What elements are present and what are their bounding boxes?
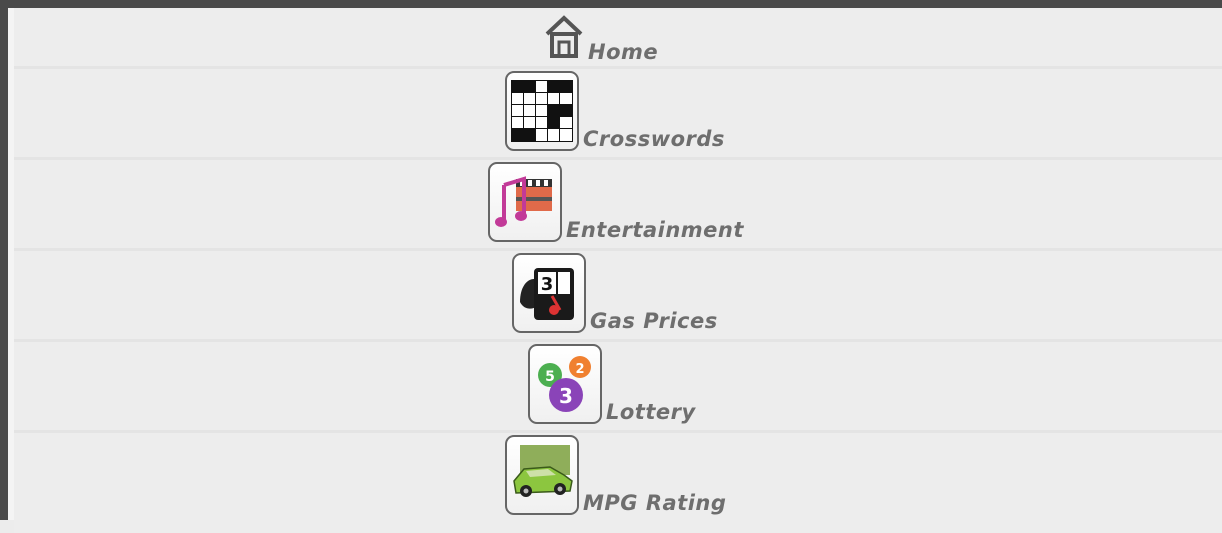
menu-label: Entertainment xyxy=(566,218,744,242)
menu-item-gas-prices[interactable]: 3 Gas Prices xyxy=(512,253,718,333)
menu-item-crosswords[interactable]: Crosswords xyxy=(505,71,725,151)
menu-label: Home xyxy=(588,40,658,64)
menu-row-lottery: 5 2 3 Lottery xyxy=(14,342,1222,433)
mpg-rating-icon xyxy=(505,435,579,515)
entertainment-icon xyxy=(488,162,562,242)
gas-prices-icon: 3 xyxy=(512,253,586,333)
menu-row-mpg-rating: MPG Rating xyxy=(14,433,1222,533)
menu-item-mpg-rating[interactable]: MPG Rating xyxy=(505,435,726,515)
menu-label: Gas Prices xyxy=(590,309,718,333)
menu-item-entertainment[interactable]: Entertainment xyxy=(488,162,744,242)
menu-item-home[interactable]: Home xyxy=(544,14,658,64)
menu-row-gas-prices: 3 Gas Prices xyxy=(14,251,1222,342)
svg-text:2: 2 xyxy=(575,362,584,377)
menu-row-entertainment: Entertainment xyxy=(14,160,1222,251)
menu-label: MPG Rating xyxy=(583,491,726,515)
menu-label: Lottery xyxy=(606,400,696,424)
crossword-icon xyxy=(505,71,579,151)
menu-label: Crosswords xyxy=(583,127,725,151)
menu-row-crosswords: Crosswords xyxy=(14,69,1222,160)
svg-text:3: 3 xyxy=(559,384,573,408)
menu-row-home: Home xyxy=(14,8,1222,69)
menu-item-lottery[interactable]: 5 2 3 Lottery xyxy=(528,344,696,424)
svg-text:3: 3 xyxy=(541,274,554,295)
lottery-icon: 5 2 3 xyxy=(528,344,602,424)
svg-text:5: 5 xyxy=(545,369,555,385)
home-icon xyxy=(544,14,584,64)
